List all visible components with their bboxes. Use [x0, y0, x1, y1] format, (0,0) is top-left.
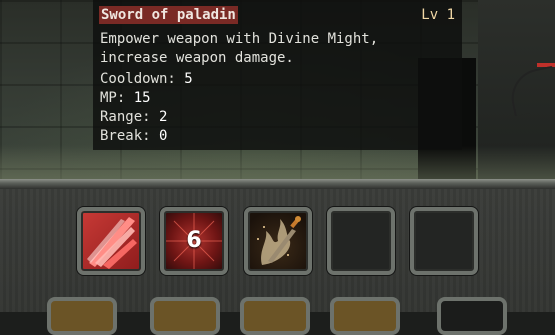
stat-value: 2 [159, 109, 168, 125]
stat-value: 5 [184, 71, 193, 87]
skill-slot-1[interactable] [77, 207, 145, 275]
panel-divider [0, 179, 555, 189]
skill-tooltip: Sword of paladin Lv 1 Empower weapon wit… [93, 0, 462, 150]
skill-slot-4[interactable] [327, 207, 395, 275]
item-slot-1[interactable] [47, 297, 117, 335]
red-slash-icon [87, 217, 137, 269]
stat-label: Break: [100, 128, 151, 144]
skill-slot-2[interactable]: 6 [160, 207, 228, 275]
skill-name: Sword of paladin [99, 6, 238, 24]
stat-mp: MP: 15 [100, 89, 151, 108]
stat-range: Range: 2 [100, 108, 167, 127]
stat-label: Cooldown: [100, 71, 176, 87]
stat-label: Range: [100, 109, 151, 125]
stat-cooldown: Cooldown: 5 [100, 70, 193, 89]
stat-break: Break: 0 [100, 127, 167, 146]
stat-value: 15 [133, 90, 151, 106]
item-slot-3[interactable] [240, 297, 310, 335]
item-slot-5[interactable] [437, 297, 507, 335]
skill-slot-3[interactable] [244, 207, 312, 275]
skill-slot-5[interactable] [410, 207, 478, 275]
skill-description: Empower weapon with Divine Might, increa… [100, 31, 379, 66]
stat-label: MP: [100, 90, 126, 106]
skill-level: Lv 1 [421, 7, 455, 23]
stat-value: 0 [159, 128, 168, 144]
cooldown-counter: 6 [186, 228, 202, 253]
item-slot-2[interactable] [150, 297, 220, 335]
dungeon-floor [0, 146, 555, 180]
item-slot-4[interactable] [330, 297, 400, 335]
flaming-sword-icon [257, 216, 301, 265]
